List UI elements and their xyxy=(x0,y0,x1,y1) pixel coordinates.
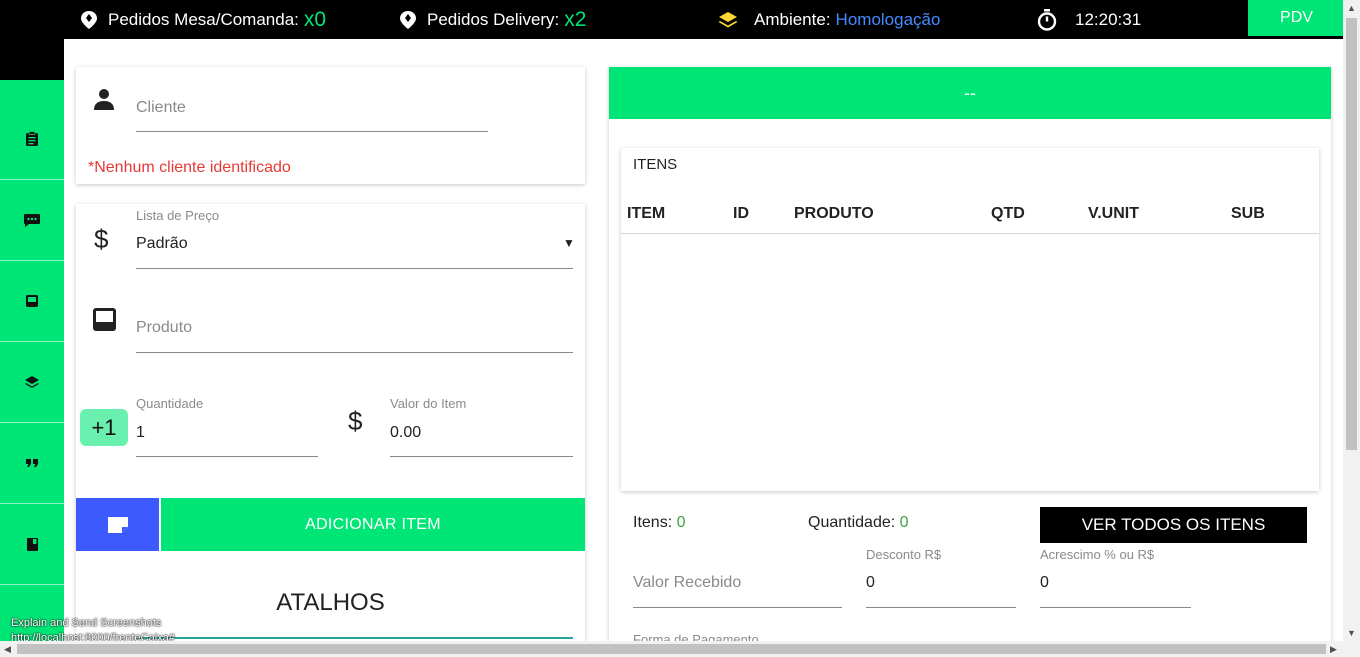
sidebar-item-inbox[interactable] xyxy=(0,261,64,342)
scroll-left-arrow-icon[interactable]: ◀ xyxy=(4,644,11,655)
column-header-qtd[interactable]: QTD xyxy=(991,205,1025,223)
clock-time: 12:20:31 xyxy=(1075,9,1142,29)
sidebar-item-quote[interactable] xyxy=(0,423,64,504)
vertical-scrollbar[interactable]: ▲ ▼ xyxy=(1343,0,1360,641)
map-pin-icon xyxy=(81,10,97,29)
sidebar-item-clipboard[interactable] xyxy=(0,99,64,180)
layers-icon xyxy=(718,11,738,27)
sticky-note-icon xyxy=(107,516,128,533)
valor-item-input[interactable]: 0.00 xyxy=(390,424,421,442)
ver-todos-itens-button[interactable]: VER TODOS OS ITENS xyxy=(1040,507,1307,543)
acrescimo-underline xyxy=(1040,607,1191,608)
desconto-underline xyxy=(866,607,1016,608)
valor-item-label: Valor do Item xyxy=(390,396,467,411)
sidebar-header xyxy=(0,39,64,80)
map-pin-icon xyxy=(400,10,416,29)
itens-title: ITENS xyxy=(633,156,678,173)
cliente-warning: *Nenhum cliente identificado xyxy=(88,159,291,176)
pedido-card: $ Lista de Preço Padrão ▼ Produto +1 Qua… xyxy=(76,204,585,644)
dollar-icon: $ xyxy=(348,406,363,436)
pedidos-mesa-indicator[interactable]: Pedidos Mesa/Comanda: x0 xyxy=(80,0,326,39)
column-header-vunit[interactable]: V.UNIT xyxy=(1088,205,1139,223)
note-button[interactable] xyxy=(76,498,159,551)
comment-icon xyxy=(24,213,40,227)
column-header-sub[interactable]: SUB xyxy=(1231,205,1265,223)
pedidos-mesa-count: x0 xyxy=(303,7,327,31)
sidebar-item-comments[interactable] xyxy=(0,180,64,261)
dropdown-caret-icon[interactable]: ▼ xyxy=(563,236,575,250)
sidebar-item-layers[interactable] xyxy=(0,342,64,423)
clock-indicator: 12:20:31 xyxy=(1037,0,1141,39)
acrescimo-input[interactable]: 0 xyxy=(1040,574,1049,592)
pedidos-delivery-count: x2 xyxy=(564,7,587,31)
itens-table-card: ITENS ITEM ID PRODUTO QTD V.UNIT SUB xyxy=(621,148,1319,491)
pedidos-delivery-indicator[interactable]: Pedidos Delivery: x2 xyxy=(399,0,586,39)
itens-summary-label: Itens: xyxy=(633,514,673,531)
scroll-down-arrow-icon[interactable]: ▼ xyxy=(1347,628,1356,638)
venda-header: -- xyxy=(609,67,1331,119)
inbox-icon xyxy=(26,295,38,307)
lista-preco-label: Lista de Preço xyxy=(136,208,220,223)
ambiente-indicator: Ambiente: Homologação xyxy=(717,0,940,39)
lista-preco-underline xyxy=(136,268,573,269)
top-bar: Pedidos Mesa/Comanda: x0 Pedidos Deliver… xyxy=(0,0,1360,39)
sidebar xyxy=(0,80,64,657)
column-header-item[interactable]: ITEM xyxy=(627,205,665,223)
sidebar-item-book[interactable] xyxy=(0,504,64,585)
ambiente-value: Homologação xyxy=(835,9,941,29)
valor-recebido-underline xyxy=(633,607,842,608)
desconto-label: Desconto R$ xyxy=(866,547,942,562)
cliente-card: Cliente *Nenhum cliente identificado xyxy=(76,67,585,184)
table-header-divider xyxy=(621,233,1319,234)
overlay-title: Explain and Send Screenshots xyxy=(11,617,162,629)
stopwatch-icon xyxy=(1037,8,1057,31)
itens-summary-count: 0 xyxy=(676,514,686,531)
pedidos-delivery-label: Pedidos Delivery: xyxy=(427,9,560,29)
atalhos-divider xyxy=(136,637,573,639)
valor-recebido-input[interactable]: Valor Recebido xyxy=(633,574,741,592)
valor-item-underline xyxy=(390,456,573,457)
main-content: Cliente *Nenhum cliente identificado $ L… xyxy=(64,39,1344,647)
quantidade-input[interactable]: 1 xyxy=(136,424,145,442)
cliente-input[interactable]: Cliente xyxy=(136,99,186,117)
quantidade-underline xyxy=(136,456,318,457)
scroll-right-arrow-icon[interactable]: ▶ xyxy=(1330,644,1337,655)
dollar-icon: $ xyxy=(94,224,109,254)
lista-preco-select[interactable]: Padrão xyxy=(136,235,188,253)
book-icon xyxy=(26,537,38,551)
ambiente-label: Ambiente: xyxy=(754,9,831,29)
quote-icon xyxy=(26,459,38,467)
plus-one-button[interactable]: +1 xyxy=(80,409,128,446)
atalhos-title: ATALHOS xyxy=(276,589,385,616)
desconto-input[interactable]: 0 xyxy=(866,574,875,592)
quantidade-summary-label: Quantidade: xyxy=(808,514,896,531)
vertical-scrollbar-thumb[interactable] xyxy=(1346,18,1357,450)
produto-input[interactable]: Produto xyxy=(136,319,192,337)
column-header-produto[interactable]: PRODUTO xyxy=(794,205,874,223)
acrescimo-label: Acrescimo % ou R$ xyxy=(1040,547,1155,562)
pdv-button[interactable]: PDV xyxy=(1248,0,1345,36)
clipboard-icon xyxy=(26,131,38,146)
pedidos-mesa-label: Pedidos Mesa/Comanda: xyxy=(108,9,299,29)
cliente-input-underline xyxy=(136,131,488,132)
quantidade-label: Quantidade xyxy=(136,396,204,411)
column-header-id[interactable]: ID xyxy=(733,205,749,223)
quantidade-summary-count: 0 xyxy=(899,514,909,531)
adicionar-item-button[interactable]: ADICIONAR ITEM xyxy=(161,498,585,551)
quantidade-summary: Quantidade: 0 xyxy=(808,514,909,532)
inbox-icon xyxy=(93,308,116,331)
horizontal-scrollbar-thumb[interactable] xyxy=(17,644,1326,654)
person-icon xyxy=(94,89,114,110)
itens-summary: Itens: 0 xyxy=(633,514,686,532)
produto-underline xyxy=(136,352,573,353)
horizontal-scrollbar[interactable]: ◀ ▶ xyxy=(0,641,1360,657)
scroll-up-arrow-icon[interactable]: ▲ xyxy=(1347,3,1356,13)
venda-panel: -- ITENS ITEM ID PRODUTO QTD V.UNIT SUB … xyxy=(609,67,1331,647)
layers-icon xyxy=(25,375,39,388)
